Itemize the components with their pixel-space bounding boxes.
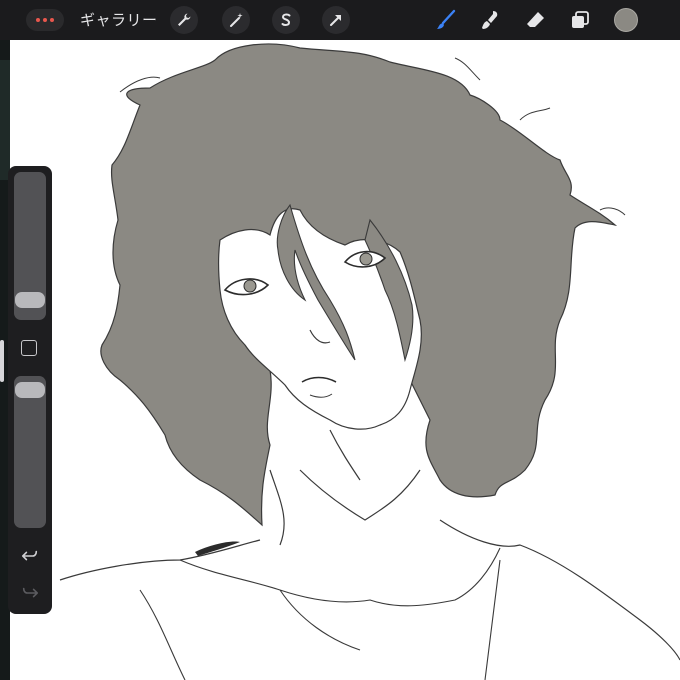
neck [269,429,421,546]
redo-icon [22,587,39,598]
selection-button[interactable] [272,6,300,34]
left-sidebar [8,166,52,614]
selection-s-icon [281,13,291,26]
procreate-app: ギャラリー [0,0,680,680]
opacity-thumb[interactable] [15,382,45,398]
undo-button[interactable] [19,545,41,567]
transform-button[interactable] [322,6,350,34]
magic-wand-icon [230,13,243,27]
redo-button[interactable] [19,582,41,604]
shirt-collar [139,547,501,680]
brush-tool[interactable] [432,6,460,34]
eraser-tool[interactable] [522,6,550,34]
dot-icon [36,18,40,22]
brush-size-thumb[interactable] [15,292,45,308]
modify-button[interactable] [21,340,37,356]
brush-icon [437,9,456,29]
transform-arrow-icon [330,15,341,26]
layers-button[interactable] [566,6,594,34]
opacity-slider[interactable] [14,376,46,528]
gallery-button[interactable]: ギャラリー [80,10,158,30]
collar-shadow [195,541,240,556]
left-iris [243,279,257,293]
drawing-canvas[interactable] [10,40,680,680]
sidebar-edge-handle[interactable] [0,340,4,382]
smudge-icon [482,11,498,29]
eraser-icon [527,12,544,27]
right-iris [359,252,373,266]
actions-button[interactable] [170,6,198,34]
dot-icon [50,18,54,22]
more-options-button[interactable] [26,9,64,31]
sketch-artwork [59,43,680,680]
undo-icon [21,550,38,561]
layers-icon [572,11,589,28]
dot-icon [43,18,47,22]
adjustments-button[interactable] [222,6,250,34]
brush-size-slider[interactable] [14,172,46,320]
wrench-icon [178,13,191,26]
smudge-tool[interactable] [476,6,504,34]
shoulders [59,519,680,661]
top-toolbar: ギャラリー [0,0,680,40]
color-picker-button[interactable] [614,8,638,32]
